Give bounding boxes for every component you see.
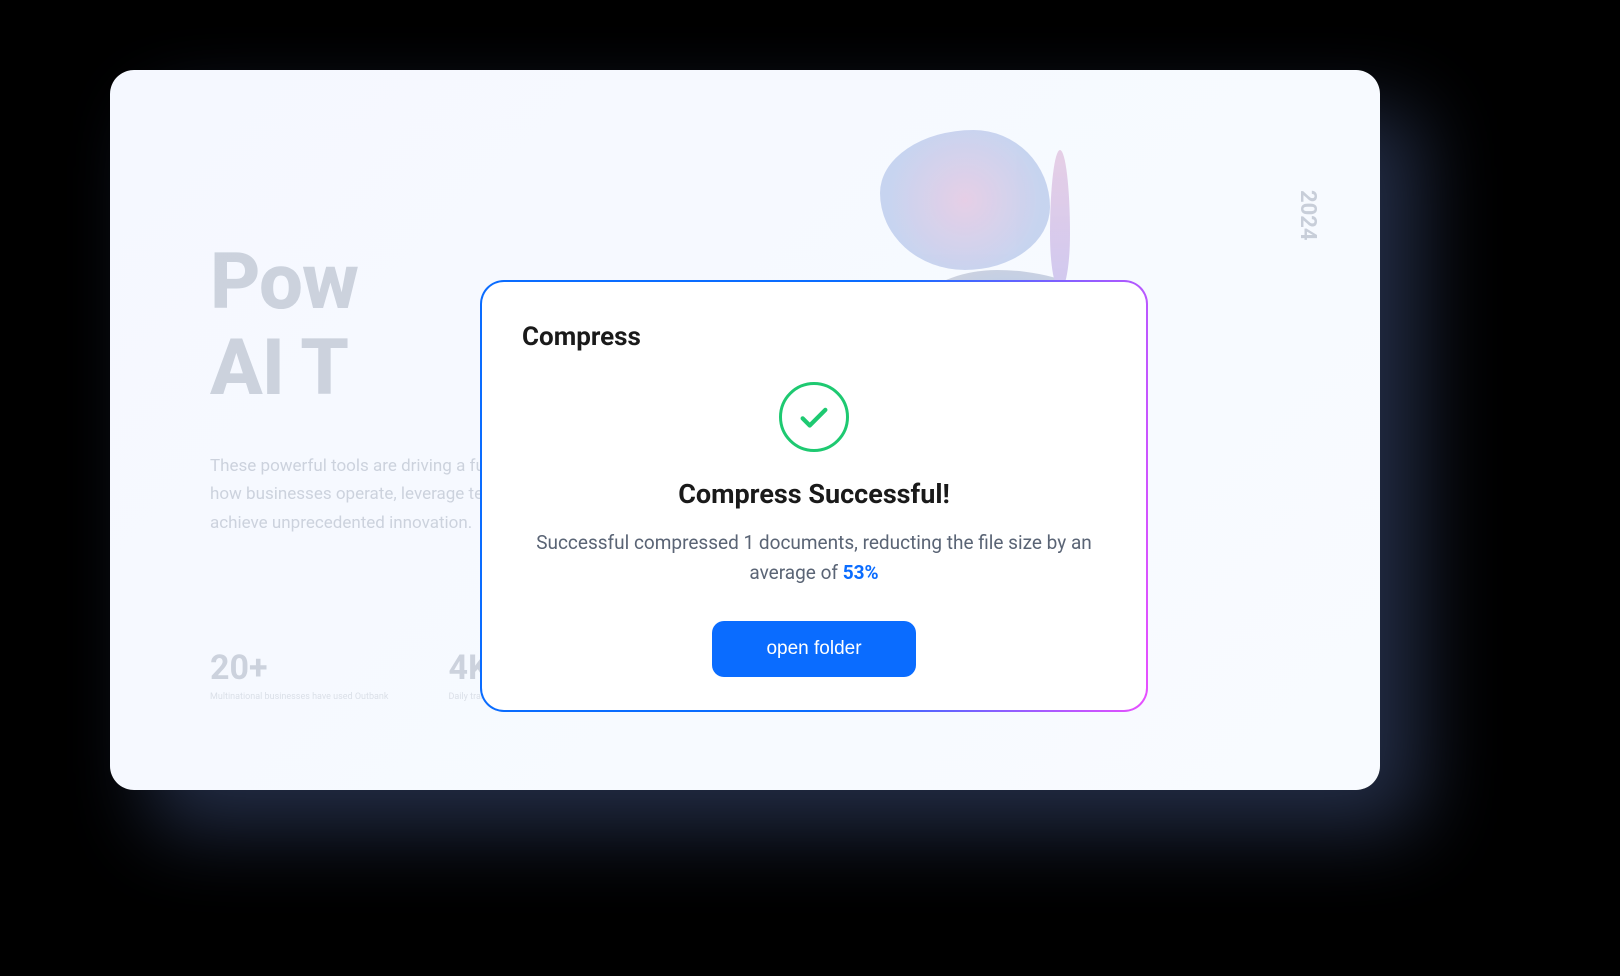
heading-line-1: Pow <box>210 237 358 328</box>
open-folder-button[interactable]: open folder <box>712 621 915 677</box>
modal-percent: 53% <box>843 561 879 584</box>
page-container: 2024 Pow AI T These powerful tools are d… <box>110 70 1380 790</box>
modal-title: Compress <box>522 322 1106 352</box>
stat-label: Multinational businesses have used Outba… <box>210 692 388 704</box>
stat-value: 20+ <box>210 648 388 688</box>
modal-heading: Compress Successful! <box>678 478 950 510</box>
heading-line-2: AI T <box>210 323 348 414</box>
success-check-icon <box>779 382 849 452</box>
modal-description-text: Successful compressed 1 documents, reduc… <box>536 531 1092 584</box>
compress-modal: Compress Compress Successful! Successful… <box>480 280 1148 712</box>
modal-description: Successful compressed 1 documents, reduc… <box>522 528 1106 589</box>
modal-body: Compress Successful! Successful compress… <box>522 382 1106 677</box>
stat-item: 20+ Multinational businesses have used O… <box>210 648 388 704</box>
